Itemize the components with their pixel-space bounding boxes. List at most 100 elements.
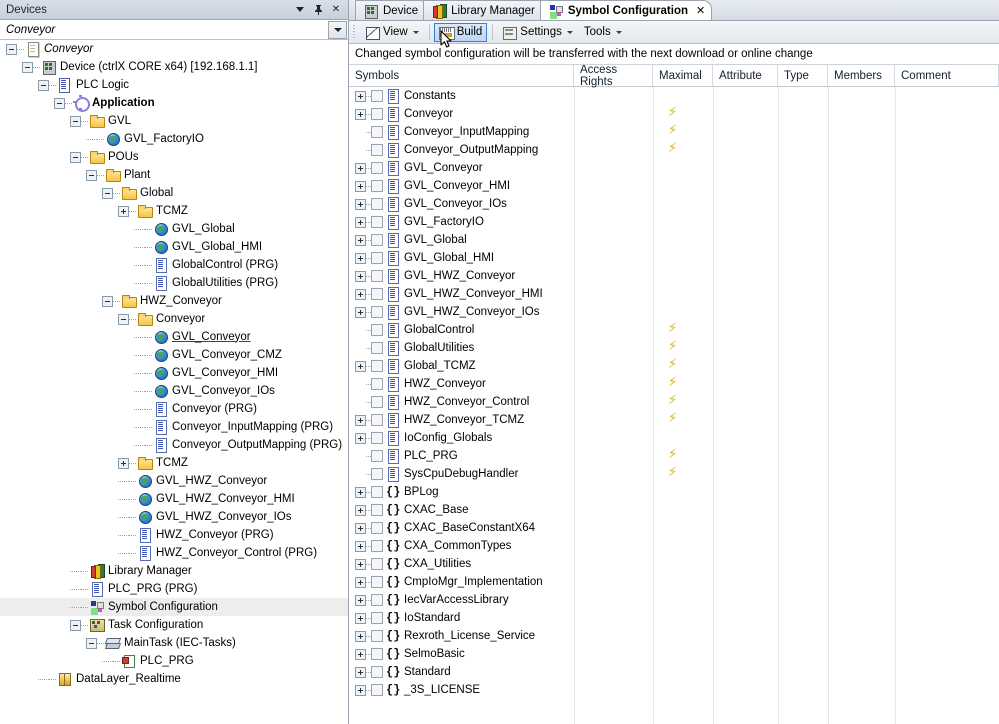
tree-expand-icon[interactable] — [355, 487, 366, 498]
symbol-export-checkbox[interactable] — [371, 216, 383, 228]
tree-item[interactable]: TCMZ — [0, 202, 348, 220]
column-header-members[interactable]: Members — [828, 65, 895, 86]
tree-expand-icon[interactable] — [355, 559, 366, 570]
tree-collapse-icon[interactable] — [22, 62, 33, 73]
table-row[interactable]: Constants — [349, 87, 999, 105]
tree-collapse-icon[interactable] — [102, 296, 113, 307]
toolbar-view-button[interactable]: View — [360, 23, 424, 42]
tree-item[interactable]: GlobalControl (PRG) — [0, 256, 348, 274]
tree-item[interactable]: GVL_Conveyor_CMZ — [0, 346, 348, 364]
table-row[interactable]: GVL_HWZ_Conveyor_HMI — [349, 285, 999, 303]
symbol-export-checkbox[interactable] — [371, 288, 383, 300]
tree-item[interactable]: POUs — [0, 148, 348, 166]
symbol-export-checkbox[interactable] — [371, 162, 383, 174]
table-row[interactable]: {}CXA_Utilities — [349, 555, 999, 573]
table-row[interactable]: HWZ_Conveyor_Control — [349, 393, 999, 411]
tree-expand-icon[interactable] — [355, 271, 366, 282]
column-header-maximal[interactable]: Maximal — [653, 65, 713, 86]
panel-pin-icon[interactable] — [310, 2, 326, 18]
tree-expand-icon[interactable] — [118, 206, 129, 217]
symbol-export-checkbox[interactable] — [371, 342, 383, 354]
column-header-access-rights[interactable]: Access Rights — [574, 65, 653, 86]
symbol-export-checkbox[interactable] — [371, 504, 383, 516]
tree-item[interactable]: Conveyor (PRG) — [0, 400, 348, 418]
table-row[interactable]: GVL_Conveyor_HMI — [349, 177, 999, 195]
table-row[interactable]: {}BPLog — [349, 483, 999, 501]
chevron-down-icon[interactable] — [567, 31, 573, 34]
table-row[interactable]: {}CXAC_BaseConstantX64 — [349, 519, 999, 537]
symbol-export-checkbox[interactable] — [371, 558, 383, 570]
tree-item-selected[interactable]: Symbol Configuration — [0, 598, 348, 616]
symbol-export-checkbox[interactable] — [371, 522, 383, 534]
tree-expand-icon[interactable] — [355, 181, 366, 192]
symbol-export-checkbox[interactable] — [371, 252, 383, 264]
column-header-attribute[interactable]: Attribute — [713, 65, 778, 86]
table-row[interactable]: {}CmpIoMgr_Implementation — [349, 573, 999, 591]
tree-expand-icon[interactable] — [355, 253, 366, 264]
tree-item[interactable]: GVL_Conveyor — [0, 328, 348, 346]
column-header-comment[interactable]: Comment — [895, 65, 999, 86]
tree-item[interactable]: GVL_HWZ_Conveyor_HMI — [0, 490, 348, 508]
tree-collapse-icon[interactable] — [38, 80, 49, 91]
table-row[interactable]: GVL_Global_HMI — [349, 249, 999, 267]
tree-item[interactable]: GVL_Conveyor_HMI — [0, 364, 348, 382]
toolbar-tools-button[interactable]: Tools — [579, 23, 627, 42]
tree-expand-icon[interactable] — [355, 217, 366, 228]
tree-expand-icon[interactable] — [355, 289, 366, 300]
tree-item[interactable]: GVL_Global_HMI — [0, 238, 348, 256]
tree-collapse-icon[interactable] — [86, 170, 97, 181]
table-row[interactable]: {}CXAC_Base — [349, 501, 999, 519]
tree-expand-icon[interactable] — [355, 91, 366, 102]
tree-collapse-icon[interactable] — [86, 638, 97, 649]
tree-item[interactable]: GVL_HWZ_Conveyor_IOs — [0, 508, 348, 526]
symbol-export-checkbox[interactable] — [371, 540, 383, 552]
tree-expand-icon[interactable] — [355, 613, 366, 624]
tree-collapse-icon[interactable] — [102, 188, 113, 199]
tree-expand-icon[interactable] — [355, 415, 366, 426]
table-row[interactable]: Conveyor_OutputMapping — [349, 141, 999, 159]
symbol-export-checkbox[interactable] — [371, 648, 383, 660]
symbol-export-checkbox[interactable] — [371, 432, 383, 444]
tree-collapse-icon[interactable] — [54, 98, 65, 109]
toolbar-build-button[interactable]: Build — [434, 23, 488, 42]
symbol-export-checkbox[interactable] — [371, 306, 383, 318]
table-row[interactable]: GVL_HWZ_Conveyor — [349, 267, 999, 285]
tree-expand-icon[interactable] — [355, 631, 366, 642]
tree-item[interactable]: HWZ_Conveyor (PRG) — [0, 526, 348, 544]
tree-expand-icon[interactable] — [355, 685, 366, 696]
symbol-export-checkbox[interactable] — [371, 180, 383, 192]
symbol-export-checkbox[interactable] — [371, 684, 383, 696]
symbol-export-checkbox[interactable] — [371, 378, 383, 390]
editor-tab-symbol-configuration[interactable]: Symbol Configuration✕ — [540, 0, 712, 20]
tree-item[interactable]: Library Manager — [0, 562, 348, 580]
tree-expand-icon[interactable] — [355, 523, 366, 534]
symbol-export-checkbox[interactable] — [371, 594, 383, 606]
symbol-export-checkbox[interactable] — [371, 126, 383, 138]
tree-item[interactable]: Application — [0, 94, 348, 112]
table-row[interactable]: GVL_Conveyor_IOs — [349, 195, 999, 213]
table-row[interactable]: {}_3S_LICENSE — [349, 681, 999, 699]
editor-tab-library-manager[interactable]: Library Manager — [423, 0, 546, 20]
table-row[interactable]: GVL_FactoryIO — [349, 213, 999, 231]
tree-item[interactable]: Conveyor_InputMapping (PRG) — [0, 418, 348, 436]
tree-collapse-icon[interactable] — [118, 314, 129, 325]
tree-expand-icon[interactable] — [118, 458, 129, 469]
tree-expand-icon[interactable] — [355, 649, 366, 660]
table-row[interactable]: GVL_Conveyor — [349, 159, 999, 177]
tree-item[interactable]: GVL_Conveyor_IOs — [0, 382, 348, 400]
tree-item[interactable]: GlobalUtilities (PRG) — [0, 274, 348, 292]
tree-expand-icon[interactable] — [355, 505, 366, 516]
tree-item[interactable]: PLC Logic — [0, 76, 348, 94]
table-row[interactable]: Conveyor — [349, 105, 999, 123]
table-row[interactable]: Conveyor_InputMapping — [349, 123, 999, 141]
table-row[interactable]: {}IoStandard — [349, 609, 999, 627]
table-row[interactable]: GlobalControl — [349, 321, 999, 339]
chevron-down-icon[interactable] — [616, 31, 622, 34]
table-row[interactable]: GVL_HWZ_Conveyor_IOs — [349, 303, 999, 321]
table-row[interactable]: HWZ_Conveyor — [349, 375, 999, 393]
tree-expand-icon[interactable] — [355, 109, 366, 120]
table-row[interactable]: GlobalUtilities — [349, 339, 999, 357]
toolbar-grip[interactable] — [352, 25, 357, 40]
symbol-export-checkbox[interactable] — [371, 144, 383, 156]
devices-tree[interactable]: ConveyorDevice (ctrlX CORE x64) [192.168… — [0, 40, 348, 724]
